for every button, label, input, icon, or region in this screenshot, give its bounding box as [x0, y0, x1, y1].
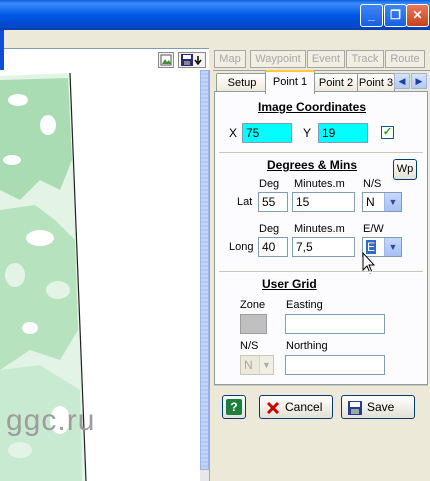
map-view[interactable]: ggc.ru	[0, 70, 200, 481]
divider	[219, 152, 423, 154]
lat-deg-input[interactable]: 55	[258, 192, 288, 212]
restore-icon: ❐	[390, 8, 401, 22]
tab-point-2[interactable]: Point 2	[313, 73, 359, 92]
long-deg-input[interactable]: 40	[258, 237, 288, 257]
northing-label: Northing	[286, 340, 328, 352]
long-minutes-header: Minutes.m	[294, 223, 345, 235]
lat-minutes-header: Minutes.m	[294, 178, 345, 190]
help-icon: ?	[226, 399, 242, 415]
button-bar: ? Cancel Save	[214, 385, 428, 426]
cancel-label: Cancel	[285, 400, 323, 414]
grid-ns-select[interactable]: N ▼	[240, 355, 274, 375]
tab-point-3[interactable]: Point 3	[357, 73, 395, 92]
minimize-icon: _	[368, 8, 375, 22]
waypoint-tool-button[interactable]: Waypoint	[250, 50, 306, 68]
lat-ns-value: N	[366, 195, 375, 209]
long-label: Long	[229, 241, 254, 253]
tab-scroll-left-icon[interactable]: ◀	[394, 73, 410, 89]
zone-input[interactable]	[240, 314, 267, 334]
grid-ns-label: N/S	[240, 340, 259, 352]
easting-label: Easting	[286, 299, 323, 311]
splitter[interactable]	[209, 70, 213, 481]
title-bar: _ ❐ ✕	[0, 0, 430, 30]
user-grid-heading: User Grid	[262, 277, 317, 291]
save-map-icon[interactable]	[178, 52, 206, 68]
degrees-mins-heading: Degrees & Mins	[267, 158, 358, 172]
maximize-button[interactable]: ❐	[384, 4, 407, 27]
map-tool-button[interactable]: Map	[214, 50, 246, 68]
minimize-button[interactable]: _	[360, 4, 383, 27]
y-label: Y	[303, 126, 312, 140]
long-minutes-input[interactable]: 7,5	[292, 237, 355, 257]
tab-scroller: ◀ ▶	[394, 73, 428, 89]
divider	[219, 271, 423, 273]
x-label: X	[229, 126, 238, 140]
track-tool-button[interactable]: Track	[346, 50, 384, 68]
grid-ns-value: N	[244, 358, 253, 372]
save-icon	[347, 400, 363, 416]
wp-button[interactable]: Wp	[393, 159, 417, 180]
tab-scroll-right-icon[interactable]: ▶	[411, 73, 427, 89]
x-input[interactable]: 75	[242, 123, 292, 143]
easting-input[interactable]	[285, 314, 385, 334]
lat-ns-select[interactable]: N ▼	[362, 192, 402, 212]
image-coordinates-checkbox[interactable]: ✓	[381, 126, 394, 139]
ns-header: N/S	[363, 178, 382, 190]
ew-header: E/W	[363, 223, 384, 235]
tab-point-1[interactable]: Point 1	[265, 70, 315, 94]
long-deg-header: Deg	[259, 223, 280, 235]
save-button[interactable]: Save	[341, 395, 415, 419]
cancel-icon	[265, 400, 281, 416]
map-watermark: ggc.ru	[6, 404, 96, 437]
chevron-down-icon: ▼	[384, 238, 401, 256]
lat-minutes-input[interactable]: 15	[292, 192, 355, 212]
image-icon[interactable]	[158, 52, 174, 68]
tab-setup[interactable]: Setup	[216, 73, 268, 92]
close-button[interactable]: ✕	[406, 4, 429, 27]
panel-background	[212, 425, 430, 481]
close-icon: ✕	[412, 8, 423, 22]
cancel-button[interactable]: Cancel	[259, 395, 333, 419]
chevron-down-icon: ▼	[259, 356, 273, 374]
event-tool-button[interactable]: Event	[307, 50, 345, 68]
lat-label: Lat	[237, 196, 253, 208]
y-input[interactable]: 19	[318, 123, 368, 143]
point-panel: Image Coordinates X 75 Y 19 ✓ Degrees & …	[214, 91, 428, 385]
chevron-down-icon: ▼	[384, 193, 401, 211]
zone-label: Zone	[240, 299, 266, 311]
route-tool-button[interactable]: Route	[385, 50, 425, 68]
northing-input[interactable]	[285, 355, 385, 375]
map-scrollbar-thumb[interactable]	[200, 70, 209, 470]
help-button[interactable]: ?	[222, 395, 246, 419]
image-coordinates-heading: Image Coordinates	[258, 100, 367, 114]
lat-deg-header: Deg	[259, 178, 280, 190]
save-label: Save	[367, 400, 395, 414]
